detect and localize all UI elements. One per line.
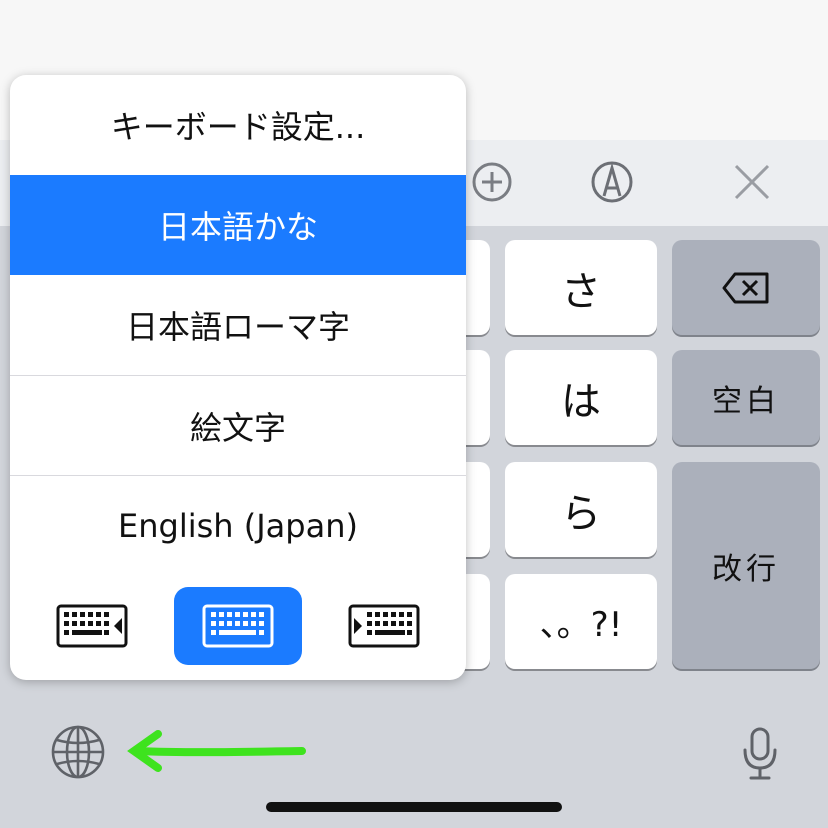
microphone-icon[interactable] [740,726,780,782]
right-handed-keyboard-icon [348,604,420,648]
key-ra[interactable]: ら [505,462,657,557]
delete-key[interactable] [672,240,820,335]
key-punctuation[interactable]: 、。?! [505,574,657,669]
return-key[interactable]: 改行 [672,462,820,669]
menu-item-label: English (Japan) [118,506,358,545]
annotation-arrow [127,730,306,772]
full-keyboard-button[interactable] [174,587,302,665]
menu-item-label: 絵文字 [189,408,286,447]
left-handed-keyboard-icon [56,604,128,648]
add-circle-icon[interactable] [470,160,514,204]
menu-item-japanese-romaji[interactable]: 日本語ローマ字 [10,275,466,375]
home-indicator[interactable] [266,802,562,812]
handwriting-icon[interactable] [590,160,634,204]
space-key[interactable]: 空白 [672,350,820,445]
key-label: は [561,378,601,425]
menu-item-label: 日本語ローマ字 [125,308,350,346]
key-ha[interactable]: は [505,350,657,445]
key-label: ら [561,490,601,537]
delete-icon [722,272,769,303]
menu-item-label: キーボード設定... [110,108,366,146]
space-label: 空白 [712,383,780,419]
key-sa[interactable]: さ [505,240,657,335]
globe-icon[interactable] [50,724,106,780]
menu-item-label: 日本語かな [157,208,318,246]
key-label: 、。?! [539,605,623,645]
menu-item-emoji[interactable]: 絵文字 [10,375,466,475]
menu-item-keyboard-settings[interactable]: キーボード設定... [10,75,466,175]
key-label: さ [561,268,601,315]
menu-item-english-japan[interactable]: English (Japan) [10,475,466,575]
full-keyboard-icon [202,604,274,648]
left-handed-keyboard-button[interactable] [28,587,156,665]
keyboard-switcher-popup: キーボード設定... 日本語かな 日本語ローマ字 絵文字 English (Ja… [10,75,466,680]
close-icon[interactable] [730,160,774,204]
right-handed-keyboard-button[interactable] [320,587,448,665]
return-label: 改行 [712,551,780,587]
menu-item-japanese-kana[interactable]: 日本語かな [10,175,466,275]
